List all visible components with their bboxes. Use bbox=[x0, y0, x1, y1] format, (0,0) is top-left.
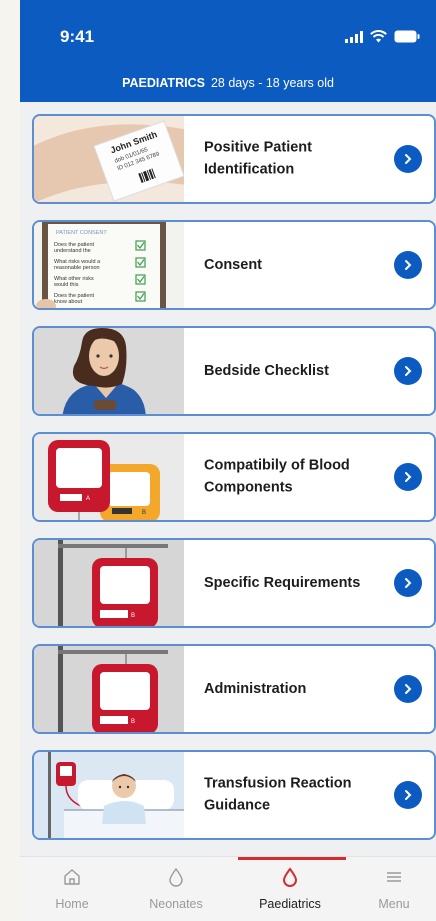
child-in-bed-thumbnail bbox=[34, 752, 184, 838]
svg-text:understand the: understand the bbox=[54, 248, 91, 254]
list-item-positive-patient-identification[interactable]: John Smith dob 01/01/65 ID 012 345 6789 … bbox=[32, 114, 436, 204]
list-item-bedside-checklist[interactable]: Bedside Checklist bbox=[32, 326, 436, 416]
battery-icon bbox=[394, 30, 420, 43]
svg-text:B: B bbox=[142, 510, 146, 516]
topic-list: John Smith dob 01/01/65 ID 012 345 6789 … bbox=[20, 102, 436, 854]
drop-outline-icon bbox=[238, 867, 342, 889]
svg-text:A: A bbox=[86, 496, 90, 502]
nurse-thumbnail bbox=[34, 328, 184, 414]
home-icon bbox=[20, 867, 124, 889]
list-item-administration[interactable]: B Administration bbox=[32, 644, 436, 734]
tab-label: Home bbox=[55, 897, 89, 911]
tab-label: Neonates bbox=[149, 897, 203, 911]
item-title: Bedside Checklist bbox=[204, 362, 329, 379]
svg-text:reasonable person: reasonable person bbox=[54, 265, 100, 271]
app-header: 9:41 PAEDIATRICS 28 days - 18 years old bbox=[20, 0, 436, 102]
tab-menu[interactable]: Menu bbox=[342, 857, 436, 921]
section-label: PAEDIATRICS bbox=[122, 76, 205, 90]
app-screen: 9:41 PAEDIATRICS 28 days - 18 years old bbox=[20, 0, 436, 921]
svg-text:PATIENT CONSENT: PATIENT CONSENT bbox=[56, 230, 107, 236]
list-item-consent[interactable]: PATIENT CONSENT Does the patient underst… bbox=[32, 220, 436, 310]
tab-home[interactable]: Home bbox=[20, 857, 124, 921]
blood-bag-thumbnail: B bbox=[34, 646, 184, 732]
tab-paediatrics[interactable]: Paediatrics bbox=[238, 857, 342, 921]
status-icons bbox=[345, 30, 420, 43]
item-title: Specific Requirements bbox=[204, 574, 361, 591]
chevron-right-icon[interactable] bbox=[394, 251, 422, 279]
chevron-right-icon[interactable] bbox=[394, 145, 422, 173]
item-title: Compatibily of Blood Components bbox=[204, 457, 350, 496]
item-title: Positive Patient Identification bbox=[204, 139, 312, 178]
consent-form-thumbnail: PATIENT CONSENT Does the patient underst… bbox=[34, 222, 184, 308]
svg-text:would this: would this bbox=[53, 282, 79, 288]
chevron-right-icon[interactable] bbox=[394, 463, 422, 491]
chevron-right-icon[interactable] bbox=[394, 569, 422, 597]
signal-icon bbox=[345, 30, 363, 43]
chevron-right-icon[interactable] bbox=[394, 675, 422, 703]
wristband-thumbnail: John Smith dob 01/01/65 ID 012 345 6789 bbox=[34, 116, 184, 202]
wifi-icon bbox=[370, 30, 387, 43]
chevron-right-icon[interactable] bbox=[394, 357, 422, 385]
svg-text:B: B bbox=[131, 719, 135, 725]
chevron-right-icon[interactable] bbox=[394, 781, 422, 809]
drop-outline-icon bbox=[124, 867, 228, 889]
list-item-specific-requirements[interactable]: B Specific Requirements bbox=[32, 538, 436, 628]
tab-label: Paediatrics bbox=[259, 897, 321, 911]
hamburger-icon bbox=[342, 867, 436, 889]
blood-bag-thumbnail: B bbox=[34, 540, 184, 626]
item-title: Administration bbox=[204, 680, 307, 697]
status-time: 9:41 bbox=[60, 27, 95, 46]
age-range-label: 28 days - 18 years old bbox=[210, 76, 334, 90]
bottom-tab-bar: Home Neonates Paediatrics Menu bbox=[20, 856, 436, 921]
list-item-compatibility-of-blood-components[interactable]: B A Compatibily of Blood Components bbox=[32, 432, 436, 522]
tab-neonates[interactable]: Neonates bbox=[124, 857, 228, 921]
list-item-transfusion-reaction-guidance[interactable]: Transfusion Reaction Guidance bbox=[32, 750, 436, 840]
svg-text:know about: know about bbox=[54, 299, 83, 305]
age-range-banner: PAEDIATRICS 28 days - 18 years old bbox=[20, 76, 436, 90]
blood-bags-thumbnail: B A bbox=[34, 434, 184, 520]
tab-label: Menu bbox=[378, 897, 410, 911]
item-title: Consent bbox=[204, 256, 262, 273]
item-title: Transfusion Reaction Guidance bbox=[204, 775, 352, 814]
svg-text:B: B bbox=[131, 613, 135, 619]
